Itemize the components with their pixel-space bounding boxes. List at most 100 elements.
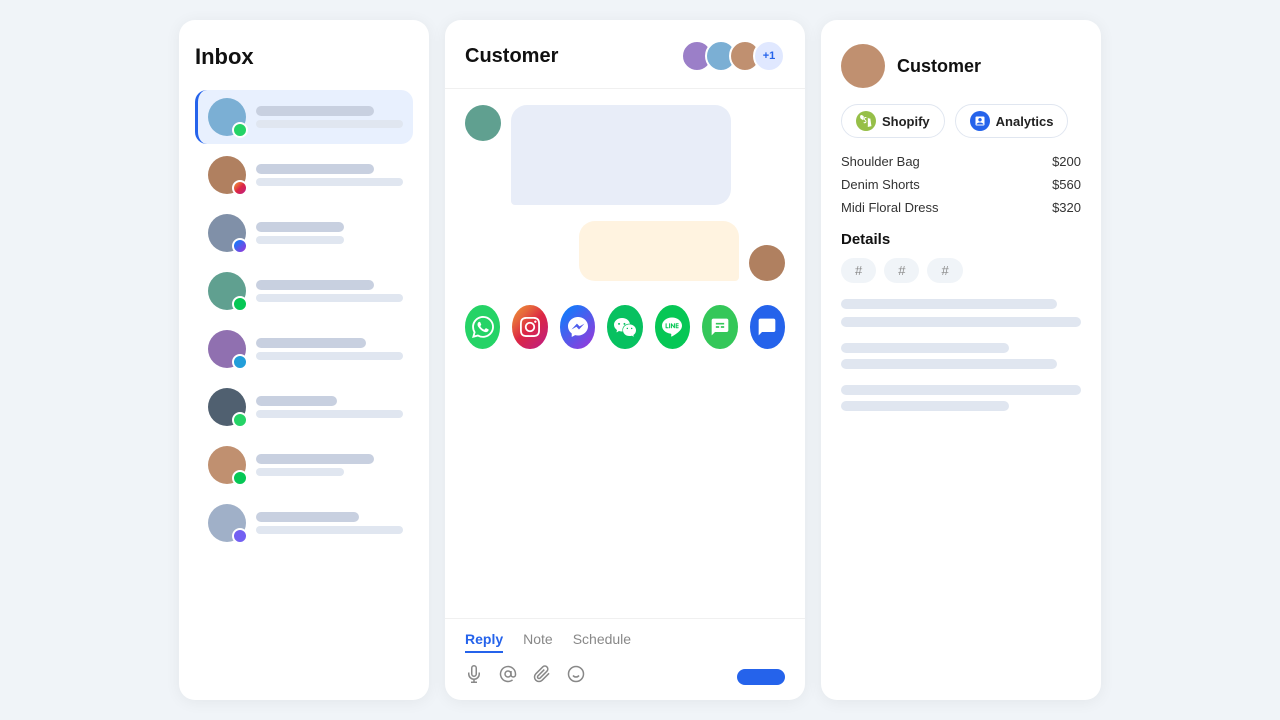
- inbox-msg-bar-3: [256, 236, 344, 244]
- inbox-name-bar-4: [256, 280, 374, 290]
- inbox-text-3: [256, 222, 403, 244]
- platform-sms[interactable]: [702, 305, 737, 349]
- microphone-icon[interactable]: [465, 665, 483, 688]
- notes-section: [841, 299, 1081, 676]
- message-left-1: [465, 105, 785, 205]
- bubble-right-1: [579, 221, 739, 281]
- tab-schedule[interactable]: Schedule: [573, 631, 631, 653]
- tab-reply[interactable]: Reply: [465, 631, 503, 653]
- inbox-item-3[interactable]: [195, 206, 413, 260]
- instagram-badge-2: [232, 180, 248, 196]
- avatar-wrap-8: [208, 504, 246, 542]
- details-section: Details # # #: [841, 231, 1081, 283]
- reply-toolbar: [465, 665, 785, 688]
- customer-panel: Customer Shopify Analytics Shoulder Bag …: [821, 20, 1101, 700]
- inbox-item-8[interactable]: [195, 496, 413, 550]
- inbox-text-4: [256, 280, 403, 302]
- inbox-name-bar-1: [256, 106, 374, 116]
- inbox-item-7[interactable]: [195, 438, 413, 492]
- shopify-icon: [856, 111, 876, 131]
- inbox-item-5[interactable]: [195, 322, 413, 376]
- msg-avatar-right: [749, 245, 785, 281]
- inbox-msg-bar-7: [256, 468, 344, 476]
- whatsapp-badge-6: [232, 412, 248, 428]
- detail-tag-3[interactable]: #: [927, 258, 962, 283]
- analytics-badge[interactable]: Analytics: [955, 104, 1069, 138]
- inbox-name-bar-7: [256, 454, 374, 464]
- product-item-2: Denim Shorts $560: [841, 177, 1081, 192]
- inbox-item-6[interactable]: [195, 380, 413, 434]
- detail-tag-2[interactable]: #: [884, 258, 919, 283]
- shopify-label: Shopify: [882, 114, 930, 129]
- analytics-label: Analytics: [996, 114, 1054, 129]
- platform-wechat[interactable]: [607, 305, 642, 349]
- inbox-msg-bar-8: [256, 526, 403, 534]
- line-badge-7: [232, 470, 248, 486]
- product-price-3: $320: [1052, 200, 1081, 215]
- inbox-msg-bar-6: [256, 410, 403, 418]
- analytics-icon: [970, 111, 990, 131]
- avatar-wrap-6: [208, 388, 246, 426]
- inbox-text-8: [256, 512, 403, 534]
- shopify-badge[interactable]: Shopify: [841, 104, 945, 138]
- inbox-item-2[interactable]: [195, 148, 413, 202]
- whatsapp-badge-1: [232, 122, 248, 138]
- detail-tag-1[interactable]: #: [841, 258, 876, 283]
- inbox-text-5: [256, 338, 403, 360]
- details-tags: # # #: [841, 258, 1081, 283]
- inbox-text-7: [256, 454, 403, 476]
- platform-chat[interactable]: [750, 305, 785, 349]
- product-name-3: Midi Floral Dress: [841, 200, 939, 215]
- at-icon[interactable]: [499, 665, 517, 688]
- note-bar-1: [841, 299, 1057, 309]
- product-price-2: $560: [1052, 177, 1081, 192]
- inbox-msg-bar-2: [256, 178, 403, 186]
- inbox-text-2: [256, 164, 403, 186]
- inbox-text-1: [256, 106, 403, 128]
- avatar-wrap-3: [208, 214, 246, 252]
- chat-title: Customer: [465, 45, 558, 68]
- inbox-title: Inbox: [195, 44, 413, 70]
- platform-line[interactable]: [655, 305, 690, 349]
- avatar-wrap-7: [208, 446, 246, 484]
- inbox-msg-bar-4: [256, 294, 403, 302]
- inbox-msg-bar-5: [256, 352, 403, 360]
- avatar-wrap-4: [208, 272, 246, 310]
- attachment-icon[interactable]: [533, 665, 551, 688]
- product-name-2: Denim Shorts: [841, 177, 920, 192]
- note-bar-2: [841, 317, 1081, 327]
- note-bar-6: [841, 401, 1009, 411]
- tab-note[interactable]: Note: [523, 631, 553, 653]
- reply-tabs: Reply Note Schedule: [465, 631, 785, 653]
- inbox-list: [195, 90, 413, 550]
- inbox-name-bar-8: [256, 512, 359, 522]
- chat-panel: Customer +1: [445, 20, 805, 700]
- inbox-text-6: [256, 396, 403, 418]
- customer-header: Customer: [841, 44, 1081, 88]
- product-item-3: Midi Floral Dress $320: [841, 200, 1081, 215]
- chat-footer: Reply Note Schedule: [445, 618, 805, 700]
- product-list: Shoulder Bag $200 Denim Shorts $560 Midi…: [841, 154, 1081, 215]
- platform-instagram[interactable]: [512, 305, 547, 349]
- inbox-name-bar-2: [256, 164, 374, 174]
- platform-messenger[interactable]: [560, 305, 595, 349]
- emoji-icon[interactable]: [567, 665, 585, 688]
- platform-whatsapp[interactable]: [465, 305, 500, 349]
- avatar-wrap-2: [208, 156, 246, 194]
- line-badge-4: [232, 296, 248, 312]
- note-bar-3: [841, 343, 1009, 353]
- details-title: Details: [841, 231, 1081, 248]
- msg-avatar-left: [465, 105, 501, 141]
- product-item-1: Shoulder Bag $200: [841, 154, 1081, 169]
- inbox-item-4[interactable]: [195, 264, 413, 318]
- avatar-wrap-1: [208, 98, 246, 136]
- messenger-badge-3: [232, 238, 248, 254]
- bubble-left-1: [511, 105, 731, 205]
- toolbar-icons: [465, 665, 585, 688]
- inbox-msg-bar-1: [256, 120, 403, 128]
- send-button[interactable]: [737, 669, 785, 685]
- viber-badge-8: [232, 528, 248, 544]
- inbox-item-1[interactable]: [195, 90, 413, 144]
- chat-header: Customer +1: [445, 20, 805, 89]
- chat-body: [445, 89, 805, 618]
